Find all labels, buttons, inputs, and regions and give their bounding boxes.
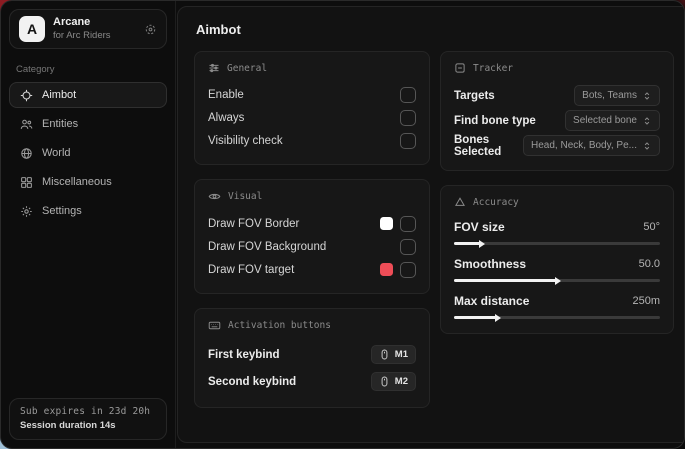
sidebar-item-label: World bbox=[42, 147, 71, 159]
sidebar-item-entities[interactable]: Entities bbox=[9, 111, 167, 137]
setting-row-always: Always bbox=[208, 106, 416, 129]
setting-row-draw-fov-target: Draw FOV target bbox=[208, 258, 416, 281]
card-title: Accuracy bbox=[473, 197, 519, 208]
chevrons-up-down-icon bbox=[642, 116, 652, 126]
fov-size-slider[interactable] bbox=[454, 242, 660, 245]
setting-row-second-keybind: Second keybind M2 bbox=[208, 368, 416, 395]
second-keybind-button[interactable]: M2 bbox=[371, 372, 416, 391]
smoothness-value: 50.0 bbox=[639, 258, 660, 270]
fov-border-color-swatch[interactable] bbox=[380, 217, 393, 230]
triangle-icon bbox=[454, 196, 466, 208]
card-title: General bbox=[227, 63, 267, 74]
slider-handle[interactable] bbox=[555, 277, 561, 285]
sidebar-item-label: Settings bbox=[42, 205, 82, 217]
setting-row-bones-selected: Bones Selected Head, Neck, Body, Pe... bbox=[454, 133, 660, 158]
page-title: Aimbot bbox=[196, 22, 674, 37]
subscription-card: Sub expires in 23d 20h Session duration … bbox=[9, 398, 167, 440]
setting-row-max-distance: Max distance 250m bbox=[454, 291, 660, 319]
sidebar-item-aimbot[interactable]: Aimbot bbox=[9, 82, 167, 108]
slider-handle[interactable] bbox=[479, 240, 485, 248]
category-label: Category bbox=[16, 64, 160, 75]
sidebar-item-miscellaneous[interactable]: Miscellaneous bbox=[9, 169, 167, 195]
setting-row-draw-fov-background: Draw FOV Background bbox=[208, 235, 416, 258]
activation-buttons-card: Activation buttons First keybind M1 bbox=[194, 308, 430, 408]
sidebar-item-label: Entities bbox=[42, 118, 78, 130]
always-checkbox[interactable] bbox=[400, 110, 416, 126]
accuracy-card: Accuracy FOV size 50° bbox=[440, 185, 674, 334]
grid-icon bbox=[20, 176, 33, 189]
sidebar-item-world[interactable]: World bbox=[9, 140, 167, 166]
sidebar-item-settings[interactable]: Settings bbox=[9, 198, 167, 224]
app-logo: A bbox=[19, 16, 45, 42]
app-subtitle: for Arc Riders bbox=[53, 30, 136, 42]
keyboard-icon bbox=[208, 319, 221, 332]
setting-row-draw-fov-border: Draw FOV Border bbox=[208, 212, 416, 235]
max-distance-value: 250m bbox=[632, 295, 660, 307]
sidebar-item-label: Aimbot bbox=[42, 89, 76, 101]
smoothness-slider[interactable] bbox=[454, 279, 660, 282]
app-title: Arcane bbox=[53, 16, 136, 30]
max-distance-slider[interactable] bbox=[454, 316, 660, 319]
setting-row-visibility-check: Visibility check bbox=[208, 129, 416, 152]
draw-fov-background-checkbox[interactable] bbox=[400, 239, 416, 255]
general-card: General Enable Always Visibility check bbox=[194, 51, 430, 165]
focus-icon bbox=[454, 62, 466, 74]
visibility-check-checkbox[interactable] bbox=[400, 133, 416, 149]
sidebar: A Arcane for Arc Riders Category Aimbot … bbox=[1, 1, 176, 448]
chevrons-up-down-icon bbox=[642, 91, 652, 101]
fov-size-value: 50° bbox=[643, 221, 660, 233]
setting-row-targets: Targets Bots, Teams bbox=[454, 83, 660, 108]
first-keybind-button[interactable]: M1 bbox=[371, 345, 416, 364]
visual-card: Visual Draw FOV Border Draw FOV Backgrou… bbox=[194, 179, 430, 294]
find-bone-type-dropdown[interactable]: Selected bone bbox=[565, 110, 660, 131]
users-icon bbox=[20, 118, 33, 131]
slider-handle[interactable] bbox=[495, 314, 501, 322]
fov-target-color-swatch[interactable] bbox=[380, 263, 393, 276]
chevrons-up-down-icon bbox=[642, 141, 652, 151]
gear-icon bbox=[20, 205, 33, 218]
targets-dropdown[interactable]: Bots, Teams bbox=[574, 85, 660, 106]
app-window: A Arcane for Arc Riders Category Aimbot … bbox=[0, 0, 685, 449]
crosshair-icon bbox=[20, 89, 33, 102]
enable-checkbox[interactable] bbox=[400, 87, 416, 103]
sync-icon[interactable] bbox=[144, 23, 157, 36]
main-area: Aimbot General Enable bbox=[176, 1, 685, 448]
bones-selected-dropdown[interactable]: Head, Neck, Body, Pe... bbox=[523, 135, 660, 156]
mouse-icon bbox=[379, 376, 390, 387]
card-title: Visual bbox=[228, 191, 262, 202]
card-title: Activation buttons bbox=[228, 320, 331, 331]
mouse-icon bbox=[379, 349, 390, 360]
sliders-icon bbox=[208, 62, 220, 74]
setting-row-fov-size: FOV size 50° bbox=[454, 217, 660, 245]
sidebar-item-label: Miscellaneous bbox=[42, 176, 112, 188]
setting-row-find-bone-type: Find bone type Selected bone bbox=[454, 108, 660, 133]
card-title: Tracker bbox=[473, 63, 513, 74]
tracker-card: Tracker Targets Bots, Teams bbox=[440, 51, 674, 171]
logo-card: A Arcane for Arc Riders bbox=[9, 9, 167, 49]
setting-row-first-keybind: First keybind M1 bbox=[208, 341, 416, 368]
setting-row-smoothness: Smoothness 50.0 bbox=[454, 254, 660, 282]
draw-fov-target-checkbox[interactable] bbox=[400, 262, 416, 278]
setting-row-enable: Enable bbox=[208, 83, 416, 106]
main-panel: Aimbot General Enable bbox=[177, 6, 685, 443]
eye-icon bbox=[208, 190, 221, 203]
session-duration-text: Session duration 14s bbox=[20, 420, 156, 431]
draw-fov-border-checkbox[interactable] bbox=[400, 216, 416, 232]
globe-icon bbox=[20, 147, 33, 160]
sub-expiry-text: Sub expires in 23d 20h bbox=[20, 406, 156, 417]
